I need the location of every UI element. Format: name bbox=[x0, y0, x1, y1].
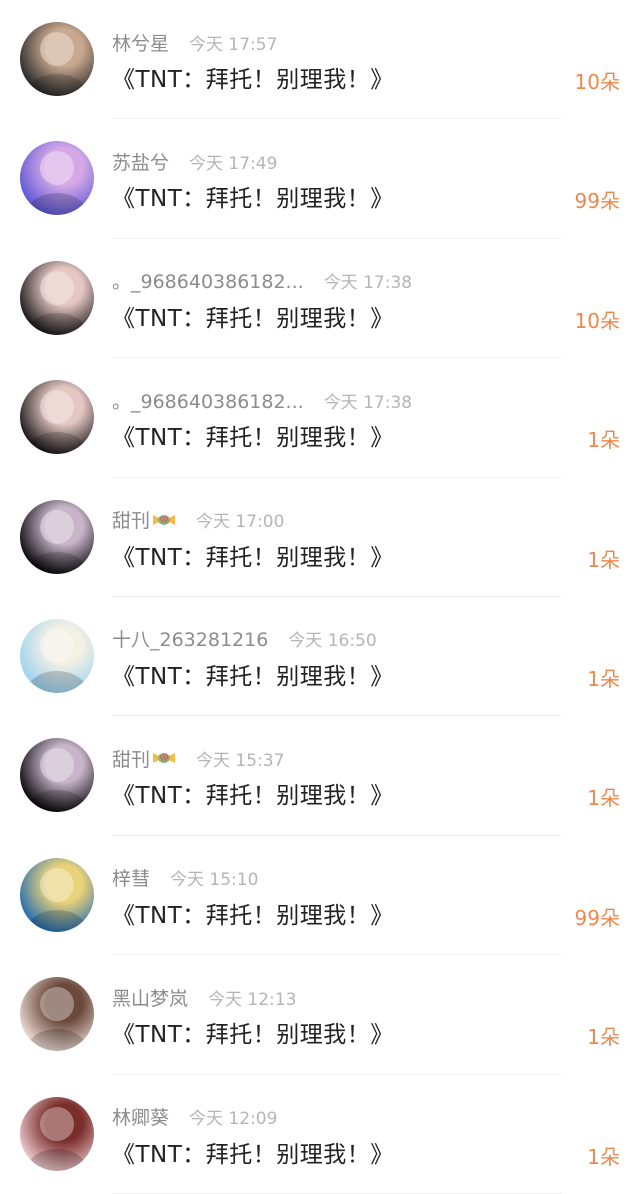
avatar[interactable] bbox=[20, 857, 94, 932]
gift-list: 林兮星 今天 17:57 《TNT：拜托！别理我！》 10朵 苏盐兮 今天 17:49 《T… bbox=[0, 0, 640, 1194]
candy-icon bbox=[153, 753, 176, 764]
list-item[interactable]: 十八_263281216 今天 16:50 《TNT：拜托！别理我！》 1朵 bbox=[0, 597, 640, 717]
item-meta: 梓彗 今天 15:10 bbox=[112, 866, 258, 890]
item-meta: 甜刊 今天 17:00 bbox=[112, 508, 284, 532]
book-title[interactable]: 《TNT：拜托！别理我！》 bbox=[112, 60, 394, 94]
list-item[interactable]: 。_968640386182... 今天 17:38 《TNT：拜托！别理我！》 1朵 bbox=[0, 358, 640, 478]
book-title[interactable]: 《TNT：拜托！别理我！》 bbox=[112, 896, 394, 930]
avatar[interactable] bbox=[20, 22, 94, 96]
list-item[interactable]: 苏盐兮 今天 17:49 《TNT：拜托！别理我！》 99朵 bbox=[0, 119, 640, 240]
gift-amount: 99朵 bbox=[574, 189, 620, 214]
item-meta: 林卿葵 今天 12:09 bbox=[112, 1105, 277, 1129]
user-name[interactable]: 。_968640386182... bbox=[112, 267, 304, 294]
timestamp: 今天 17:00 bbox=[196, 512, 285, 533]
timestamp: 今天 17:38 bbox=[323, 273, 413, 294]
list-item[interactable]: 甜刊 今天 17:00 《TNT：拜托！别理我！》 1朵 bbox=[0, 478, 640, 598]
avatar[interactable] bbox=[20, 260, 94, 335]
gift-amount: 1朵 bbox=[587, 1144, 620, 1169]
book-title[interactable]: 《TNT：拜托！别理我！》 bbox=[112, 538, 394, 572]
user-name[interactable]: 十八_263281216 bbox=[112, 625, 268, 652]
list-item[interactable]: 甜刊 今天 15:37 《TNT：拜托！别理我！》 1朵 bbox=[0, 716, 640, 837]
timestamp: 今天 12:13 bbox=[208, 989, 297, 1010]
gift-amount: 99朵 bbox=[574, 905, 620, 930]
user-name[interactable]: 甜刊 bbox=[112, 506, 150, 533]
book-title[interactable]: 《TNT：拜托！别理我！》 bbox=[112, 418, 394, 452]
item-meta: 十八_263281216 今天 16:50 bbox=[112, 627, 377, 651]
timestamp: 今天 17:57 bbox=[189, 34, 278, 55]
gift-amount: 1朵 bbox=[587, 666, 620, 691]
avatar[interactable] bbox=[20, 1096, 94, 1171]
avatar[interactable] bbox=[20, 499, 94, 574]
item-meta: 林兮星 今天 17:57 bbox=[112, 29, 278, 56]
gift-amount: 10朵 bbox=[574, 308, 620, 333]
candy-icon bbox=[153, 514, 176, 525]
book-title[interactable]: 《TNT：拜托！别理我！》 bbox=[112, 657, 394, 691]
timestamp: 今天 15:10 bbox=[170, 870, 259, 891]
timestamp: 今天 16:50 bbox=[288, 631, 377, 652]
user-name[interactable]: 苏盐兮 bbox=[112, 148, 169, 175]
gift-amount: 10朵 bbox=[574, 70, 620, 94]
avatar[interactable] bbox=[20, 141, 94, 216]
item-meta: 黑山梦岚 今天 12:13 bbox=[112, 984, 297, 1011]
list-item[interactable]: 林卿葵 今天 12:09 《TNT：拜托！别理我！》 1朵 bbox=[0, 1075, 640, 1194]
item-meta: 苏盐兮 今天 17:49 bbox=[112, 148, 278, 175]
item-meta: 。_968640386182... 今天 17:38 bbox=[112, 387, 413, 414]
timestamp: 今天 15:37 bbox=[196, 750, 285, 771]
gift-amount: 1朵 bbox=[587, 786, 620, 811]
user-name[interactable]: 林兮星 bbox=[112, 29, 169, 56]
book-title[interactable]: 《TNT：拜托！别理我！》 bbox=[112, 179, 394, 213]
avatar[interactable] bbox=[20, 977, 94, 1052]
user-name[interactable]: 梓彗 bbox=[112, 864, 150, 891]
list-item[interactable]: 梓彗 今天 15:10 《TNT：拜托！别理我！》 99朵 bbox=[0, 836, 640, 956]
book-title[interactable]: 《TNT：拜托！别理我！》 bbox=[112, 776, 394, 810]
item-meta: 。_968640386182... 今天 17:38 bbox=[112, 269, 412, 293]
avatar[interactable] bbox=[20, 380, 94, 455]
timestamp: 今天 17:49 bbox=[189, 153, 278, 174]
book-title[interactable]: 《TNT：拜托！别理我！》 bbox=[112, 1135, 394, 1169]
gift-amount: 1朵 bbox=[587, 428, 620, 453]
user-name[interactable]: 。_968640386182... bbox=[112, 387, 304, 414]
gift-amount: 1朵 bbox=[587, 1025, 620, 1050]
user-name[interactable]: 黑山梦岚 bbox=[112, 984, 188, 1011]
book-title[interactable]: 《TNT：拜托！别理我！》 bbox=[112, 299, 394, 333]
timestamp: 今天 12:09 bbox=[189, 1109, 278, 1130]
user-name[interactable]: 林卿葵 bbox=[112, 1103, 169, 1130]
book-title[interactable]: 《TNT：拜托！别理我！》 bbox=[112, 1015, 394, 1049]
gift-amount: 1朵 bbox=[587, 547, 620, 572]
item-meta: 甜刊 今天 15:37 bbox=[112, 745, 285, 772]
list-item[interactable]: 林兮星 今天 17:57 《TNT：拜托！别理我！》 10朵 bbox=[0, 0, 640, 120]
list-item[interactable]: 黑山梦岚 今天 12:13 《TNT：拜托！别理我！》 1朵 bbox=[0, 955, 640, 1075]
avatar[interactable] bbox=[20, 618, 94, 693]
user-name[interactable]: 甜刊 bbox=[112, 745, 150, 772]
avatar[interactable] bbox=[20, 738, 94, 813]
list-item[interactable]: 。_968640386182... 今天 17:38 《TNT：拜托！别理我！》 10… bbox=[0, 239, 640, 359]
timestamp: 今天 17:38 bbox=[323, 392, 413, 413]
